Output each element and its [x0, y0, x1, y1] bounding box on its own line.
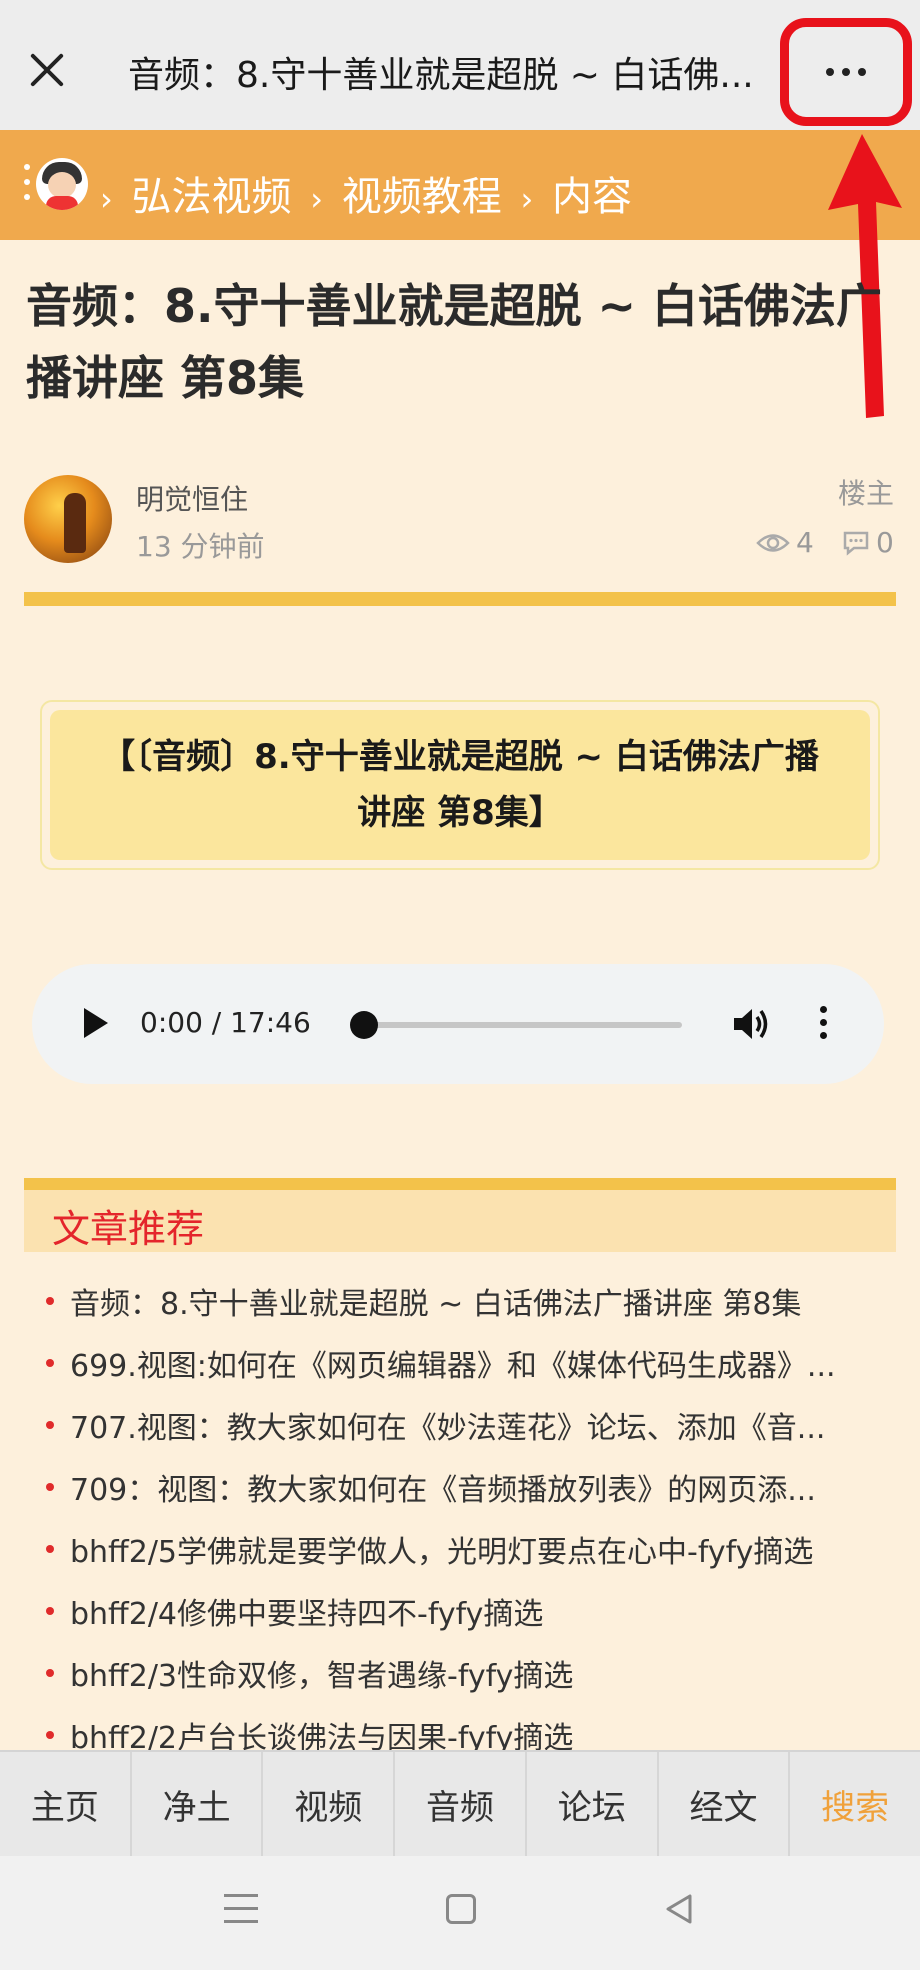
bullet-icon: [46, 1669, 54, 1677]
bullet-icon: [46, 1545, 54, 1553]
site-avatar-icon[interactable]: [36, 158, 88, 210]
nav-video[interactable]: 视频: [263, 1752, 396, 1856]
nav-pure-land[interactable]: 净土: [132, 1752, 264, 1856]
recommend-list: 音频：8.守十善业就是超脱 ~ 白话佛法广播讲座 第8集 699.视图:如何在《…: [46, 1270, 886, 1766]
list-item-label[interactable]: bhff2/5学佛就是要学做人，光明灯要点在心中-fyfy摘选: [70, 1527, 813, 1571]
highlight-box: 【〔音频〕8.守十善业就是超脱 ~ 白话佛法广播讲座 第8集】: [40, 700, 880, 870]
section-divider: [24, 592, 896, 606]
list-item-label[interactable]: 699.视图:如何在《网页编辑器》和《媒体代码生成器》...: [70, 1341, 836, 1385]
recommend-title: 文章推荐: [52, 1207, 205, 1251]
chevron-right-icon: ›: [310, 180, 324, 218]
role-badge: 楼主: [838, 477, 895, 510]
audio-time: 0:00 / 17:46: [140, 1006, 311, 1039]
list-item[interactable]: 699.视图:如何在《网页编辑器》和《媒体代码生成器》...: [46, 1332, 886, 1394]
nav-search[interactable]: 搜索: [790, 1752, 920, 1856]
breadcrumb-item-content[interactable]: 内容: [552, 174, 632, 220]
list-item[interactable]: 707.视图：教大家如何在《妙法莲花》论坛、添加《音...: [46, 1394, 886, 1456]
highlight-text: 【〔音频〕8.守十善业就是超脱 ~ 白话佛法广播讲座 第8集】: [50, 710, 870, 860]
audio-player: 0:00 / 17:46: [32, 964, 884, 1084]
list-item[interactable]: bhff2/4修佛中要坚持四不-fyfy摘选: [46, 1580, 886, 1642]
list-item-label[interactable]: bhff2/4修佛中要坚持四不-fyfy摘选: [70, 1589, 543, 1633]
breadcrumb-item-video-dharma[interactable]: 弘法视频: [132, 174, 292, 220]
bullet-icon: [46, 1483, 54, 1491]
recommend-divider: [24, 1178, 896, 1190]
bullet-icon: [46, 1421, 54, 1429]
comment-bubble-icon: [843, 531, 869, 556]
breadcrumb-item-video-tutorial[interactable]: 视频教程: [342, 174, 502, 220]
view-count: 4: [756, 526, 814, 559]
list-item-label[interactable]: bhff2/3性命双修，智者遇缘-fyfy摘选: [70, 1651, 573, 1695]
nav-forum[interactable]: 论坛: [527, 1752, 659, 1856]
view-count-value: 4: [796, 526, 814, 559]
list-item[interactable]: 709：视图：教大家如何在《音频播放列表》的网页添...: [46, 1456, 886, 1518]
list-item-label[interactable]: 709：视图：教大家如何在《音频播放列表》的网页添...: [70, 1465, 816, 1509]
chevron-right-icon: ›: [100, 180, 113, 218]
comment-count[interactable]: 0: [842, 526, 894, 559]
back-icon[interactable]: [664, 1893, 696, 1925]
bullet-icon: [46, 1731, 54, 1739]
bullet-icon: [46, 1607, 54, 1615]
post-time: 13 分钟前: [136, 530, 265, 563]
bottom-nav: 主页 净土 视频 音频 论坛 经文 搜索: [0, 1750, 920, 1856]
list-item[interactable]: bhff2/5学佛就是要学做人，光明灯要点在心中-fyfy摘选: [46, 1518, 886, 1580]
nav-audio[interactable]: 音频: [395, 1752, 527, 1856]
more-dots-icon: [826, 68, 834, 76]
author-name[interactable]: 明觉恒住: [136, 478, 248, 518]
nav-home[interactable]: 主页: [0, 1752, 132, 1856]
volume-icon[interactable]: [732, 1006, 772, 1042]
article-title: 音频：8.守十善业就是超脱 ~ 白话佛法广播讲座 第8集: [26, 279, 883, 405]
list-item[interactable]: bhff2/3性命双修，智者遇缘-fyfy摘选: [46, 1642, 886, 1704]
more-options-button[interactable]: [780, 18, 912, 126]
eye-icon: [756, 533, 790, 552]
audio-progress-track[interactable]: [356, 1022, 682, 1028]
list-item-label[interactable]: 707.视图：教大家如何在《妙法莲花》论坛、添加《音...: [70, 1403, 825, 1447]
comment-count-value: 0: [876, 526, 894, 559]
audio-menu-icon[interactable]: [820, 1006, 828, 1042]
window-title: 音频：8.守十善业就是超脱 ~ 白话佛...: [128, 55, 754, 96]
audio-progress-thumb[interactable]: [350, 1011, 378, 1039]
bullet-icon: [46, 1297, 54, 1305]
list-item-label[interactable]: 音频：8.守十善业就是超脱 ~ 白话佛法广播讲座 第8集: [70, 1279, 801, 1323]
breadcrumb: › 弘法视频 › 视频教程 › 内容: [100, 164, 638, 222]
play-icon[interactable]: [84, 1008, 108, 1038]
home-icon[interactable]: [446, 1894, 476, 1924]
nav-scripture[interactable]: 经文: [659, 1752, 791, 1856]
bullet-icon: [46, 1359, 54, 1367]
drag-handle-icon: [24, 164, 30, 208]
menu-icon[interactable]: [224, 1894, 258, 1924]
close-icon[interactable]: [22, 45, 72, 95]
chevron-right-icon: ›: [520, 180, 534, 218]
author-avatar[interactable]: [24, 475, 112, 563]
list-item[interactable]: 音频：8.守十善业就是超脱 ~ 白话佛法广播讲座 第8集: [46, 1270, 886, 1332]
